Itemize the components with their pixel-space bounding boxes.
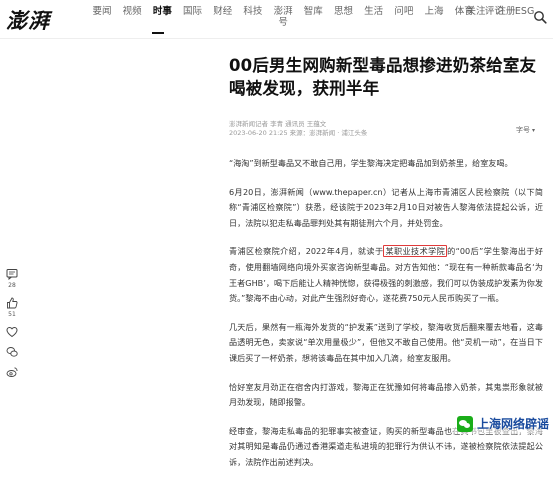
paragraph: 几天后，果然有一瓶海外发货的“护发素”送到了学校，黎海收货后翻来覆去地看，这毒品… [229, 321, 543, 363]
font-size-toggle[interactable]: 字号 ▾ [516, 125, 535, 135]
site-logo[interactable]: 澎湃 [6, 5, 50, 35]
nav-item-shipin[interactable]: 视频 [120, 6, 144, 36]
search-icon[interactable] [533, 10, 547, 24]
header-account-links: 关注 注册 [464, 6, 524, 17]
article-header: 00后男生网购新型毒品想掺进奶茶给室友喝被发现，获刑半年 澎湃新闻记者 李青 通… [229, 54, 541, 138]
paragraph-text: 青浦区检察院介绍，2022年4月，就读于 [229, 246, 384, 257]
nav-item-sixiang[interactable]: 思想 [332, 6, 356, 36]
nav-item-yaowen[interactable]: 要闻 [90, 6, 114, 36]
watermark: 上海网络辟谣 [453, 413, 553, 434]
register-link[interactable]: 注册 [494, 6, 518, 17]
like-count: 51 [8, 311, 16, 318]
article-timestamp: 2023-06-20 21:25 来源：澎湃新闻 · 浦江头条 [229, 129, 368, 137]
top-header: 澎湃 要闻 视频 时事 国际 财经 科技 澎湃号 智库 思想 生活 问吧 上海 … [0, 0, 553, 39]
favorite-button[interactable] [6, 326, 18, 338]
nav-item-guoji[interactable]: 国际 [181, 6, 205, 36]
wechat-icon [6, 347, 18, 357]
active-nav-underline [152, 32, 164, 34]
wechat-logo-icon [457, 415, 473, 432]
article-title: 00后男生网购新型毒品想掺进奶茶给室友喝被发现，获刑半年 [229, 56, 537, 98]
follow-link[interactable]: 关注 [464, 6, 488, 17]
paragraph: 6月20日，澎湃新闻（www.thepaper.cn）记者从上海市青浦区人民检察… [229, 186, 543, 228]
paragraph: 恰好室友月劲正在宿舍内打游戏，黎海正在犹豫如何将毒品掺入奶茶，其鬼祟形象就被月劲… [229, 381, 543, 408]
nav-item-caijing[interactable]: 财经 [211, 6, 235, 36]
font-size-label: 字号 [516, 126, 530, 134]
article-body: “海淘”到新型毒品又不敢自己用，学生黎海决定把毒品加到奶茶里，给室友喝。 6月2… [229, 156, 543, 484]
like-icon [7, 297, 18, 309]
nav-item-shanghai[interactable]: 上海 [422, 6, 446, 36]
nav-item-zhiku[interactable]: 智库 [301, 6, 325, 36]
watermark-text: 上海网络辟谣 [477, 417, 550, 431]
paragraph: 青浦区检察院介绍，2022年4月，就读于 某职业技术学院 的“00后”学生黎海出于好… [229, 244, 543, 306]
article-byline: 澎湃新闻记者 李青 通讯员 王蕴文 [229, 120, 327, 128]
nav-item-keji[interactable]: 科技 [241, 6, 265, 36]
nav-item-shenghuo[interactable]: 生活 [362, 6, 386, 36]
article-action-bar: 28 51 [4, 268, 20, 386]
like-button[interactable]: 51 [6, 297, 18, 318]
weibo-share-button[interactable] [6, 366, 18, 378]
comment-icon [6, 269, 18, 280]
highlighted-school-name: 某职业技术学院 [383, 245, 448, 258]
article-meta: 澎湃新闻记者 李青 通讯员 王蕴文 2023-06-20 21:25 来源：澎湃… [229, 120, 541, 138]
nav-item-wenba[interactable]: 问吧 [392, 6, 416, 36]
wechat-share-button[interactable] [6, 346, 18, 358]
comment-button[interactable]: 28 [6, 268, 18, 289]
nav-item-pengpaihao[interactable]: 澎湃号 [271, 6, 295, 36]
paragraph: “海淘”到新型毒品又不敢自己用，学生黎海决定把毒品加到奶茶里，给室友喝。 [229, 158, 513, 168]
heart-icon [6, 326, 18, 338]
comment-count: 28 [8, 282, 16, 289]
weibo-icon [6, 367, 18, 377]
chevron-down-icon: ▾ [532, 127, 536, 134]
